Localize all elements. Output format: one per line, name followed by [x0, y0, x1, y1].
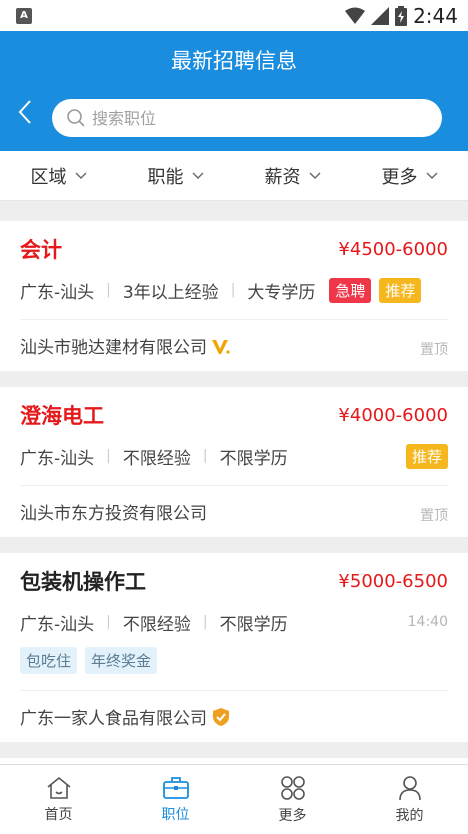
company-name: 广东一家人食品有限公司: [20, 709, 207, 729]
chevron-down-icon: [309, 172, 320, 179]
benefit-tags: 包吃住 年终奖金: [20, 647, 448, 674]
filter-label: 区域: [30, 166, 67, 188]
divider: |: [106, 448, 111, 464]
filter-label: 更多: [381, 166, 418, 188]
home-icon: [46, 776, 71, 799]
company-row[interactable]: 广东一家人食品有限公司: [20, 690, 448, 742]
job-education: 不限学历: [219, 448, 288, 469]
job-salary: ¥4500-6000: [338, 238, 448, 260]
filter-function[interactable]: 职能: [117, 151, 234, 200]
job-title: 会计: [20, 238, 62, 262]
divider: |: [202, 614, 208, 630]
clover-grid-icon: [280, 775, 305, 800]
job-title: 澄海电工: [20, 404, 104, 428]
job-card[interactable]: 澄海电工 ¥4000-6000 广东-汕头 | 不限经验 | 不限学历 推荐 汕…: [0, 387, 468, 537]
verified-shield-icon: [213, 707, 229, 726]
job-location: 广东-汕头: [20, 282, 95, 303]
filter-more[interactable]: 更多: [351, 151, 468, 200]
job-experience: 3年以上经验: [122, 282, 219, 303]
search-icon: [67, 109, 85, 127]
company-row[interactable]: 汕头市东方投资有限公司 置顶: [20, 485, 448, 537]
recommend-badge: 推荐: [379, 277, 422, 303]
search-bar[interactable]: [52, 99, 442, 137]
divider: |: [230, 282, 236, 298]
clock: 2:44: [413, 3, 458, 28]
job-experience: 不限经验: [122, 448, 191, 469]
filter-region[interactable]: 区域: [0, 151, 117, 200]
nav-profile[interactable]: 我的: [351, 765, 468, 834]
battery-icon: [395, 5, 408, 26]
recommend-badge: 推荐: [405, 443, 448, 469]
status-bar: A 2:44: [0, 0, 468, 31]
filter-salary[interactable]: 薪资: [234, 151, 351, 200]
header: 最新招聘信息: [0, 31, 468, 151]
nav-label: 职位: [161, 806, 190, 823]
user-icon: [398, 775, 421, 800]
nav-label: 我的: [395, 807, 424, 824]
company-name: 汕头市东方投资有限公司: [20, 504, 207, 524]
job-education: 大专学历: [247, 282, 316, 303]
search-input[interactable]: [92, 108, 392, 128]
filter-label: 职能: [147, 166, 184, 188]
briefcase-icon: [162, 776, 189, 799]
job-education: 不限学历: [219, 614, 288, 635]
divider: |: [106, 614, 111, 630]
page-title: 最新招聘信息: [171, 49, 297, 73]
nav-more[interactable]: 更多: [234, 765, 351, 834]
post-time: 14:40: [407, 614, 448, 630]
nav-jobs[interactable]: 职位: [117, 765, 234, 834]
job-experience: 不限经验: [122, 614, 191, 635]
benefit-tag: 包吃住: [20, 647, 78, 674]
job-title: 包装机操作工: [20, 570, 146, 594]
job-salary: ¥5000-6500: [338, 570, 448, 592]
nav-label: 首页: [44, 806, 73, 823]
job-location: 广东-汕头: [20, 614, 95, 635]
bottom-nav: 首页 职位 更多 我的: [0, 764, 468, 834]
chevron-down-icon: [426, 172, 437, 179]
divider: |: [202, 448, 208, 464]
nav-home[interactable]: 首页: [0, 765, 117, 834]
urgent-badge: 急聘: [329, 277, 372, 303]
company-row[interactable]: 汕头市驰达建材有限公司 置顶: [20, 319, 448, 371]
nav-label: 更多: [278, 807, 307, 824]
job-card[interactable]: 包装机操作工 ¥5000-6500 广东-汕头 | 不限经验 | 不限学历 14…: [0, 553, 468, 742]
job-card[interactable]: 会计 ¥4500-6000 广东-汕头 | 3年以上经验 | 大专学历 急聘 推…: [0, 221, 468, 371]
pinned-label: 置顶: [420, 341, 448, 358]
chevron-left-icon: [18, 100, 31, 124]
verified-v-icon: [212, 339, 230, 354]
signal-icon: [371, 6, 390, 25]
benefit-tag: 年终奖金: [85, 647, 158, 674]
pinned-label: 置顶: [420, 507, 448, 524]
job-location: 广东-汕头: [20, 448, 95, 469]
job-salary: ¥4000-6000: [338, 404, 448, 426]
filter-label: 薪资: [264, 166, 301, 188]
filter-bar: 区域 职能 薪资 更多: [0, 151, 468, 201]
company-name: 汕头市驰达建材有限公司: [20, 338, 207, 358]
chevron-down-icon: [75, 172, 86, 179]
app-notification-icon: A: [16, 7, 32, 24]
divider: |: [106, 282, 111, 298]
back-button[interactable]: [12, 95, 38, 129]
chevron-down-icon: [192, 172, 203, 179]
wifi-icon: [345, 7, 366, 24]
job-list: 会计 ¥4500-6000 广东-汕头 | 3年以上经验 | 大专学历 急聘 推…: [0, 205, 468, 778]
